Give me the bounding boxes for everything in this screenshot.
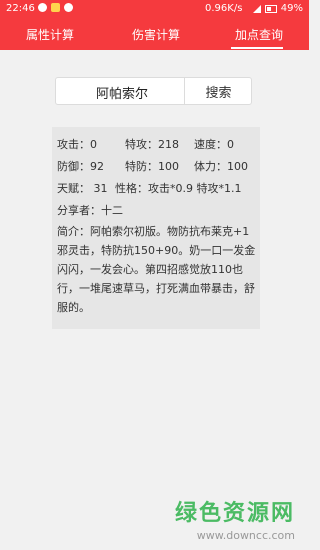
search-button[interactable]: 搜索	[185, 78, 252, 104]
stat-talent: 天赋： 31	[57, 182, 108, 195]
intro-text: 简介：阿帕索尔初版。物防抗布莱克+1邪灵击，特防抗150+90。奶一口一发金闪闪…	[57, 225, 256, 314]
app-notification-icon	[51, 3, 60, 12]
battery-icon	[264, 4, 277, 13]
stat-sp-defense: 特防：100	[125, 160, 179, 173]
alarm-icon	[64, 3, 73, 12]
battery-percent: 49%	[280, 3, 303, 14]
network-speed: 0.96K/s	[205, 3, 243, 14]
stat-defense: 防御：92	[57, 160, 104, 173]
status-time: 22:46	[6, 3, 35, 14]
tab-damage-calc[interactable]: 伤害计算	[132, 26, 180, 43]
result-card: 攻击：0 特攻：218 速度：0 防御：92 特防：100 体力：100 天赋：…	[52, 127, 260, 329]
signal-icon	[252, 4, 261, 13]
tab-attribute-calc[interactable]: 属性计算	[26, 26, 74, 43]
tab-bar: 属性计算 伤害计算 加点查询	[0, 18, 309, 50]
stat-attack: 攻击：0	[57, 138, 97, 151]
watermark: 绿色资源网 www.downcc.com	[175, 495, 295, 542]
notification-icon	[38, 3, 47, 12]
status-notification-icons	[38, 3, 73, 12]
watermark-logo: 绿色资源网	[174, 501, 295, 526]
tab-point-query[interactable]: 加点查询	[235, 26, 283, 43]
status-right: 49%	[252, 3, 303, 14]
stat-speed: 速度：0	[194, 138, 234, 151]
active-tab-indicator	[231, 47, 283, 49]
search-input[interactable]	[56, 78, 188, 106]
watermark-url: www.downcc.com	[196, 529, 295, 542]
search-bar: 搜索	[55, 77, 252, 106]
status-bar: 22:46 0.96K/s 49%	[0, 0, 309, 18]
sharer-line: 分享者：十二	[57, 204, 123, 217]
stat-nature: 性格：攻击*0.9 特攻*1.1	[115, 182, 242, 195]
stat-sp-attack: 特攻：218	[125, 138, 179, 151]
stat-hp: 体力：100	[194, 160, 248, 173]
